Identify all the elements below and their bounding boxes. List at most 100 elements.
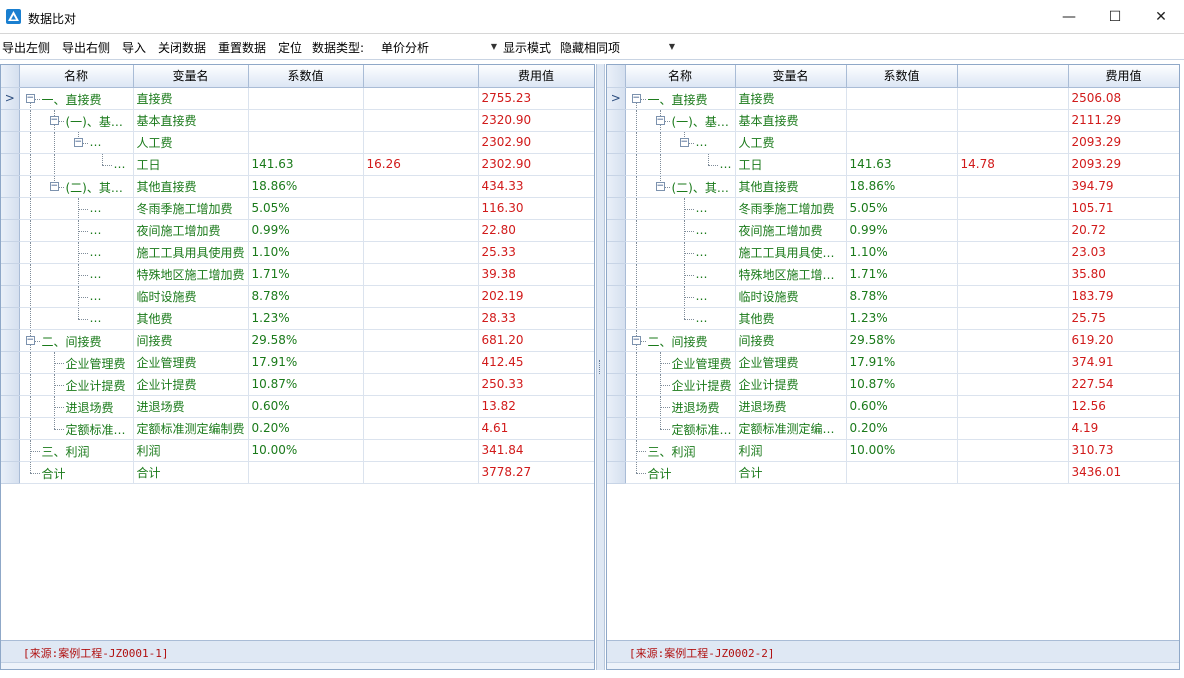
tree-name-cell[interactable]: … [19,241,134,264]
tree-name-cell[interactable]: − 一、直接费 [19,87,134,110]
extra-value-cell[interactable] [957,373,1069,396]
cost-cell[interactable]: 250.33 [478,373,594,396]
column-header-blank[interactable] [363,65,479,88]
extra-value-cell[interactable] [363,439,479,462]
column-header-variable[interactable]: 变量名 [735,65,847,88]
extra-value-cell[interactable] [363,87,479,110]
coefficient-cell[interactable] [846,109,958,132]
row-indicator[interactable] [1,439,20,462]
cost-cell[interactable]: 116.30 [478,197,594,220]
tree-name-cell[interactable]: 合计 [625,461,736,484]
extra-value-cell[interactable] [363,395,479,418]
variable-cell[interactable]: 人工费 [735,131,847,154]
cost-cell[interactable]: 4.19 [1068,417,1179,440]
tree-name-cell[interactable]: 三、利润 [625,439,736,462]
table-row[interactable]: − 二、间接费 间接费 29.58% 681.20 [1,329,594,352]
variable-cell[interactable]: 特殊地区施工增… [735,263,847,286]
extra-value-cell[interactable] [957,109,1069,132]
tree-name-cell[interactable]: … [625,219,736,242]
table-row[interactable]: … 施工工具用具使… 1.10% 23.03 [607,241,1179,264]
row-indicator[interactable]: > [607,87,626,110]
row-indicator[interactable] [1,153,20,176]
variable-cell[interactable]: 企业计提费 [133,373,249,396]
table-row[interactable]: 定额标准… 定额标准测定编… 0.20% 4.19 [607,417,1179,440]
tree-name-cell[interactable]: 进退场费 [19,395,134,418]
coefficient-cell[interactable]: 1.71% [248,263,364,286]
cost-cell[interactable]: 2093.29 [1068,153,1179,176]
tree-name-cell[interactable]: 企业计提费 [625,373,736,396]
table-row[interactable]: … 其他费 1.23% 25.75 [607,307,1179,330]
table-row[interactable]: … 夜间施工增加费 0.99% 22.80 [1,219,594,242]
cost-cell[interactable]: 12.56 [1068,395,1179,418]
tree-name-cell[interactable]: 进退场费 [625,395,736,418]
coefficient-cell[interactable]: 10.00% [248,439,364,462]
extra-value-cell[interactable] [957,395,1069,418]
row-indicator[interactable] [607,307,626,330]
row-indicator[interactable] [607,241,626,264]
table-row[interactable]: − (二)、其… 其他直接费 18.86% 434.33 [1,175,594,198]
tree-name-cell[interactable]: … [625,307,736,330]
tree-name-cell[interactable]: … [19,307,134,330]
extra-value-cell[interactable] [957,307,1069,330]
tree-name-cell[interactable]: − (一)、基… [625,109,736,132]
extra-value-cell[interactable] [957,131,1069,154]
row-indicator[interactable] [607,285,626,308]
extra-value-cell[interactable] [957,241,1069,264]
horizontal-scrollbar[interactable] [1,662,594,669]
coefficient-cell[interactable]: 8.78% [248,285,364,308]
table-row[interactable]: 定额标准… 定额标准测定编制费 0.20% 4.61 [1,417,594,440]
variable-cell[interactable]: 合计 [735,461,847,484]
coefficient-cell[interactable]: 0.60% [846,395,958,418]
tree-name-cell[interactable]: … [625,153,736,176]
data-type-select[interactable]: 单价分析 ▼ [381,38,497,56]
extra-value-cell[interactable] [363,175,479,198]
table-row[interactable]: 企业计提费 企业计提费 10.87% 227.54 [607,373,1179,396]
variable-cell[interactable]: 定额标准测定编制费 [133,417,249,440]
panel-splitter[interactable] [596,64,605,670]
variable-cell[interactable]: 工日 [133,153,249,176]
export-left-button[interactable]: 导出左侧 [2,39,50,56]
tree-name-cell[interactable]: −… [19,131,134,154]
extra-value-cell[interactable] [363,263,479,286]
table-row[interactable]: … 特殊地区施工增加费 1.71% 39.38 [1,263,594,286]
variable-cell[interactable]: 合计 [133,461,249,484]
coefficient-cell[interactable]: 29.58% [248,329,364,352]
table-row[interactable]: − (二)、其… 其他直接费 18.86% 394.79 [607,175,1179,198]
row-indicator[interactable] [607,109,626,132]
coefficient-cell[interactable] [248,109,364,132]
table-row[interactable]: … 施工工具用具使用费 1.10% 25.33 [1,241,594,264]
cost-cell[interactable]: 681.20 [478,329,594,352]
row-indicator[interactable] [1,307,20,330]
column-header-coefficient[interactable]: 系数值 [846,65,958,88]
row-indicator[interactable] [607,373,626,396]
variable-cell[interactable]: 企业计提费 [735,373,847,396]
coefficient-cell[interactable]: 10.00% [846,439,958,462]
variable-cell[interactable]: 进退场费 [133,395,249,418]
row-indicator[interactable] [607,263,626,286]
collapse-icon[interactable]: − [49,115,59,125]
coefficient-cell[interactable]: 0.99% [248,219,364,242]
tree-name-cell[interactable]: … [19,219,134,242]
tree-name-cell[interactable]: − 二、间接费 [19,329,134,352]
coefficient-cell[interactable]: 5.05% [846,197,958,220]
variable-cell[interactable]: 施工工具用具使用费 [133,241,249,264]
tree-name-cell[interactable]: − (一)、基… [19,109,134,132]
table-row[interactable]: − (一)、基… 基本直接费 2111.29 [607,109,1179,132]
collapse-icon[interactable]: − [73,137,83,147]
row-indicator[interactable] [1,263,20,286]
row-indicator[interactable] [607,153,626,176]
tree-name-cell[interactable]: 三、利润 [19,439,134,462]
table-row[interactable]: −… 人工费 2302.90 [1,131,594,154]
coefficient-cell[interactable]: 1.10% [248,241,364,264]
tree-name-cell[interactable]: 定额标准… [19,417,134,440]
coefficient-cell[interactable]: 10.87% [248,373,364,396]
cost-cell[interactable]: 35.80 [1068,263,1179,286]
tree-name-cell[interactable]: − (二)、其… [19,175,134,198]
variable-cell[interactable]: 临时设施费 [735,285,847,308]
cost-cell[interactable]: 4.61 [478,417,594,440]
row-indicator[interactable] [1,417,20,440]
variable-cell[interactable]: 间接费 [735,329,847,352]
cost-cell[interactable]: 412.45 [478,351,594,374]
extra-value-cell[interactable] [957,263,1069,286]
collapse-icon[interactable]: − [25,93,35,103]
